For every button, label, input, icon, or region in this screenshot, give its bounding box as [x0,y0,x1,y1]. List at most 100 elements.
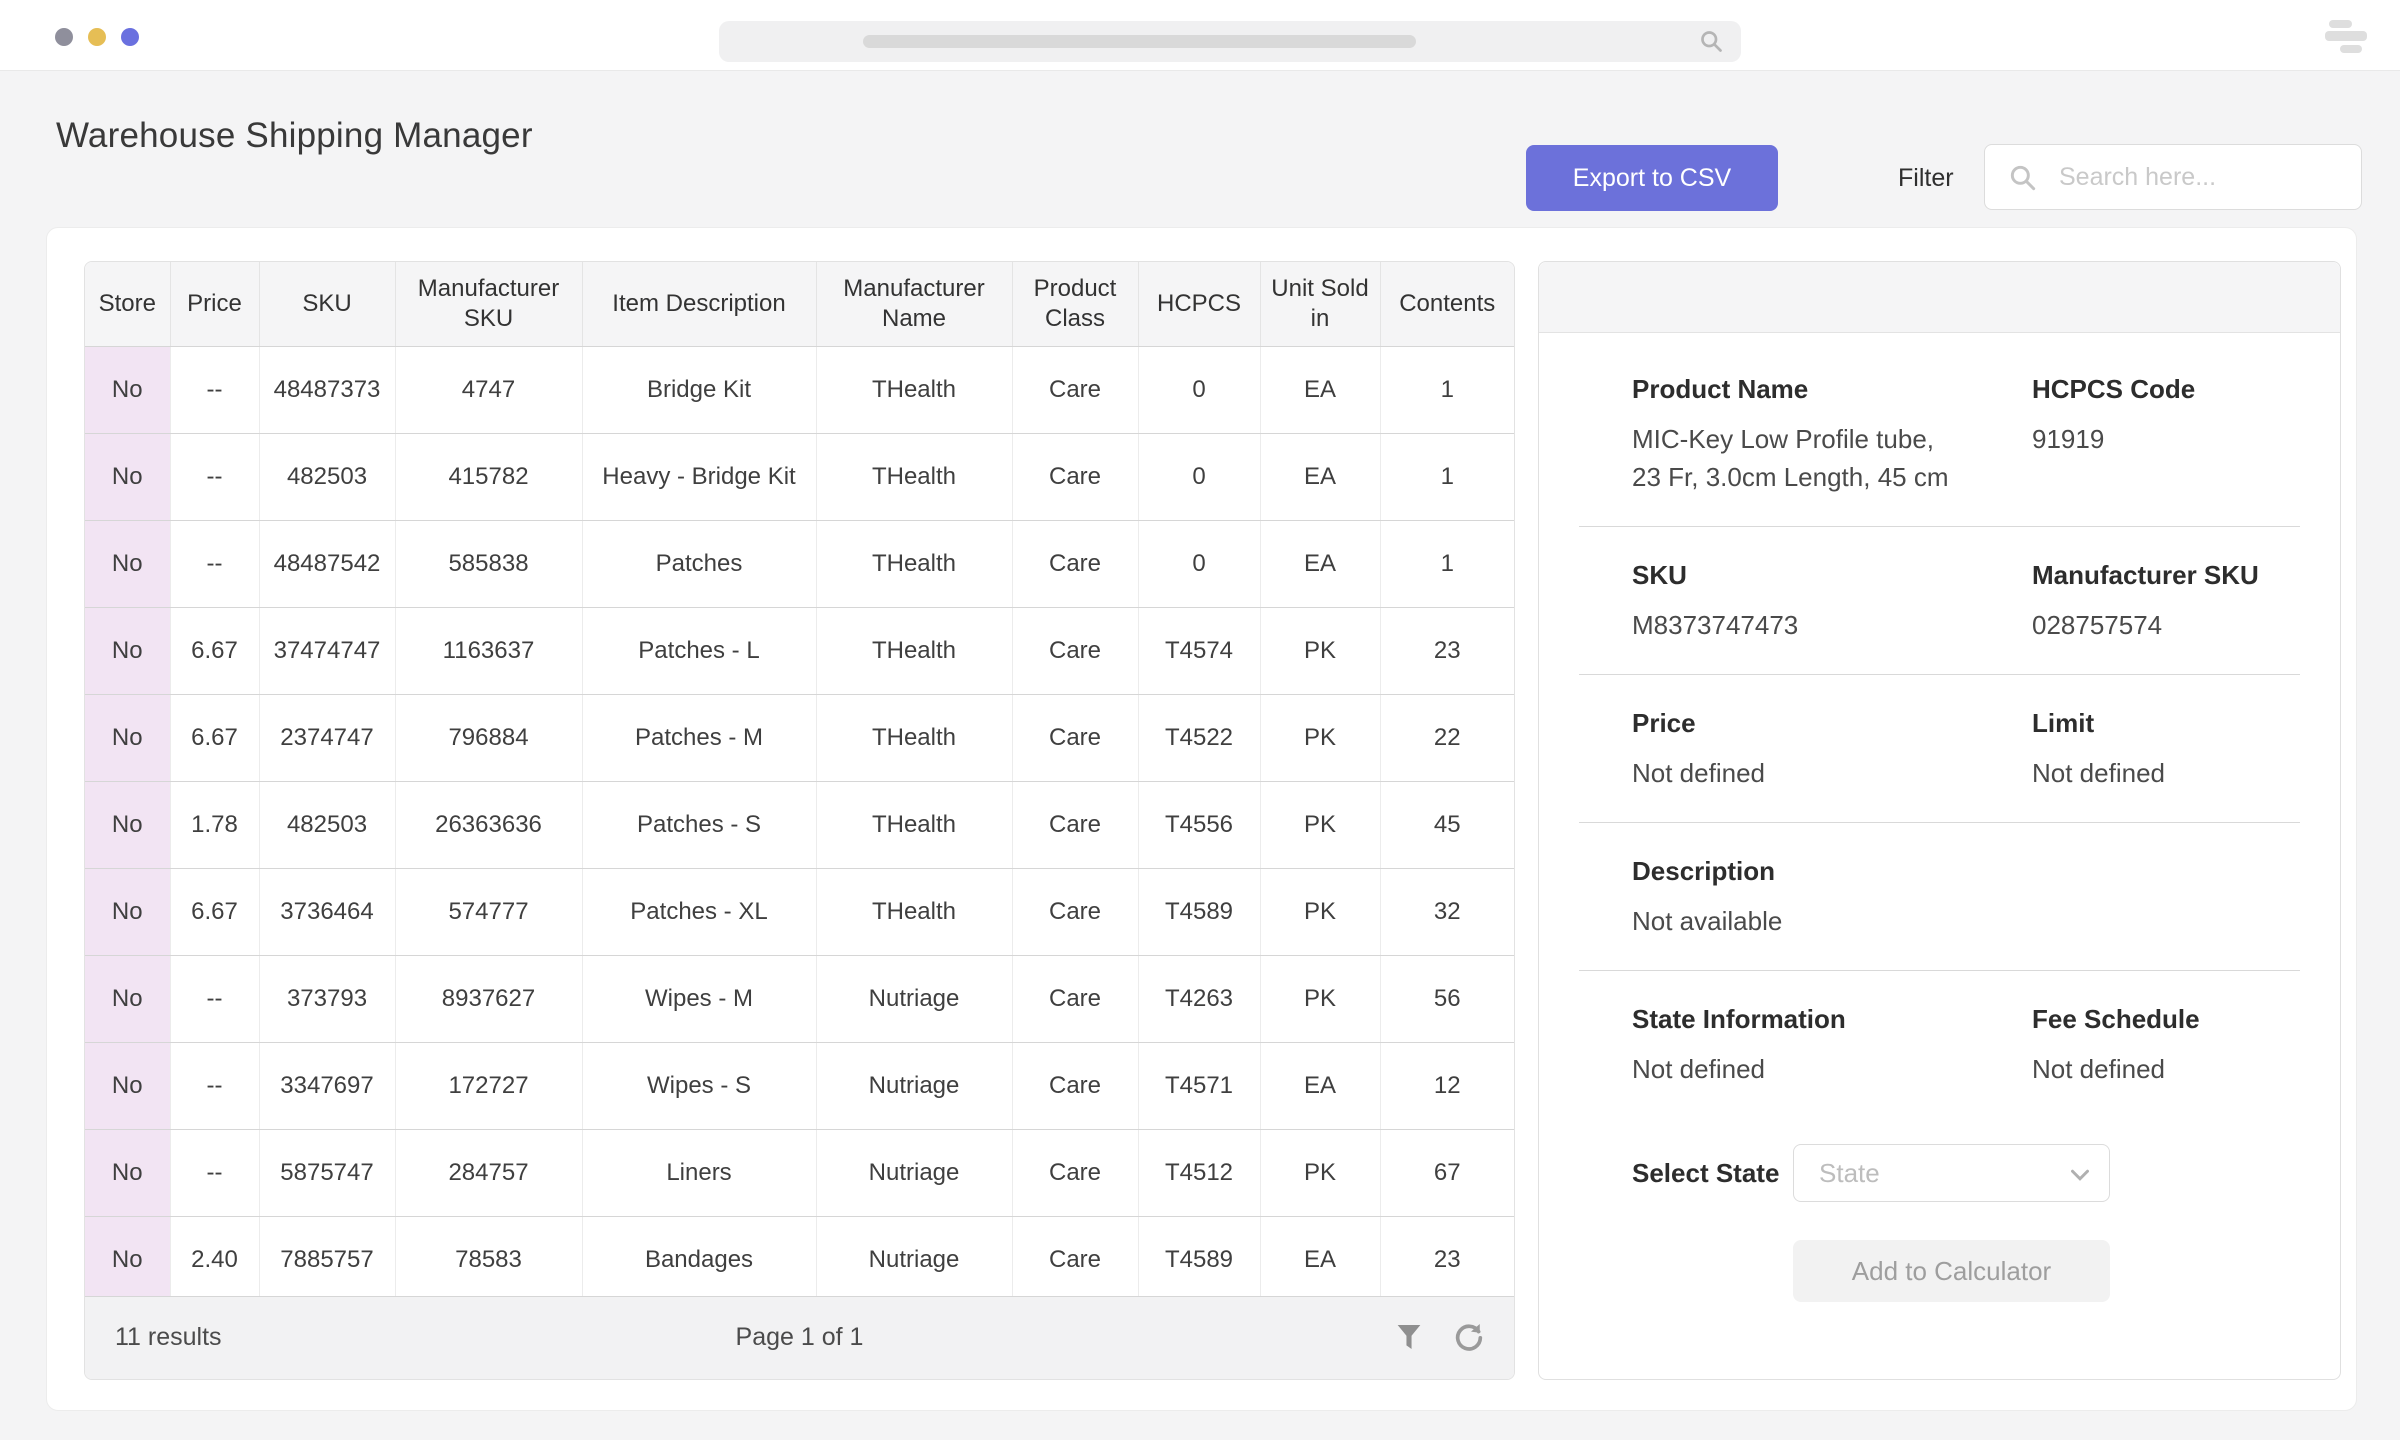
table-cell: 284757 [395,1130,582,1217]
table-cell: THealth [816,695,1012,782]
field-label: Product Name [1632,374,2032,405]
table-row[interactable]: No6.673736464574777Patches - XLTHealthCa… [85,869,1514,956]
table-cell: T4589 [1138,1217,1260,1304]
table-cell: EA [1260,1043,1380,1130]
search-input[interactable] [2057,150,2351,204]
panel-field: State InformationNot defined [1632,1004,2032,1088]
field-label: Price [1632,708,2032,739]
table-cell: Care [1012,1130,1138,1217]
table-cell: Care [1012,521,1138,608]
column-header: Store [85,262,170,347]
table-cell: Care [1012,782,1138,869]
table-row[interactable]: No2.40788575778583BandagesNutriageCareT4… [85,1217,1514,1304]
table-cell: No [85,869,170,956]
table-row[interactable]: No--484873734747Bridge KitTHealthCare0EA… [85,347,1514,434]
field-label: Limit [2032,708,2300,739]
panel-section: SKUM8373747473Manufacturer SKU028757574 [1579,527,2300,675]
column-header: Price [170,262,259,347]
refresh-icon[interactable] [1450,1319,1488,1357]
panel-field: SKUM8373747473 [1632,560,2032,644]
panel-section: DescriptionNot available [1579,823,2300,971]
table-cell: 482503 [259,434,395,521]
column-header: Product Class [1012,262,1138,347]
table-cell: Patches [582,521,816,608]
field-value: Not defined [1632,754,2032,792]
table-cell: T4589 [1138,869,1260,956]
panel-field: Product NameMIC-Key Low Profile tube, 23… [1632,374,2032,496]
table-row[interactable]: No6.672374747796884Patches - MTHealthCar… [85,695,1514,782]
table-cell: Wipes - M [582,956,816,1043]
table-cell: Wipes - S [582,1043,816,1130]
table-cell: No [85,782,170,869]
table-row[interactable]: No--48487542585838PatchesTHealthCare0EA1 [85,521,1514,608]
table-footer: 11 results Page 1 of 1 [85,1296,1514,1379]
column-header: Contents [1380,262,1514,347]
table-cell: THealth [816,521,1012,608]
table-cell: T4556 [1138,782,1260,869]
table-cell: Nutriage [816,956,1012,1043]
table-cell: No [85,521,170,608]
table-cell: No [85,1043,170,1130]
search-icon [2007,162,2039,194]
panel-field: Fee Schedule Not defined [2032,1004,2300,1088]
table-cell: 48487373 [259,347,395,434]
table-row[interactable]: No--5875747284757LinersNutriageCareT4512… [85,1130,1514,1217]
table-row[interactable]: No--482503415782Heavy - Bridge KitTHealt… [85,434,1514,521]
content-card: StorePriceSKUManufacturer SKUItem Descri… [46,227,2357,1411]
table-cell: 796884 [395,695,582,782]
window-dot-indigo[interactable] [121,28,139,46]
table-cell: 37474747 [259,608,395,695]
products-table: StorePriceSKUManufacturer SKUItem Descri… [84,261,1515,1380]
table-row[interactable]: No6.67374747471163637Patches - LTHealthC… [85,608,1514,695]
field-value: 028757574 [2032,606,2300,644]
state-dropdown-placeholder: State [1819,1158,1880,1189]
state-dropdown[interactable]: State [1793,1144,2110,1202]
table-cell: 2374747 [259,695,395,782]
table-cell: 172727 [395,1043,582,1130]
table-cell: Care [1012,869,1138,956]
field-label: Fee Schedule [2032,1004,2300,1035]
table-cell: Bridge Kit [582,347,816,434]
table-row[interactable]: No1.7848250326363636Patches - STHealthCa… [85,782,1514,869]
table-cell: EA [1260,1217,1380,1304]
filter-label: Filter [1898,163,1954,193]
table-cell: -- [170,956,259,1043]
table-cell: 482503 [259,782,395,869]
table-cell: 373793 [259,956,395,1043]
column-header: HCPCS [1138,262,1260,347]
table-cell: T4263 [1138,956,1260,1043]
field-value: 91919 [2032,420,2300,458]
table-cell: Care [1012,608,1138,695]
menu-icon[interactable] [2325,20,2367,52]
add-to-calculator-button[interactable]: Add to Calculator [1793,1240,2110,1302]
field-value: Not defined [2032,1050,2300,1088]
table-cell: EA [1260,521,1380,608]
browser-address-bar[interactable] [719,21,1741,62]
table-cell: THealth [816,782,1012,869]
table-cell: 32 [1380,869,1514,956]
table-cell: Bandages [582,1217,816,1304]
table-cell: 0 [1138,347,1260,434]
table-cell: 45 [1380,782,1514,869]
table-row[interactable]: No--3737938937627Wipes - MNutriageCareT4… [85,956,1514,1043]
field-label: HCPCS Code [2032,374,2300,405]
table-cell: PK [1260,695,1380,782]
column-header: SKU [259,262,395,347]
table-cell: Patches - M [582,695,816,782]
panel-field: LimitNot defined [2032,708,2300,792]
table-cell: 0 [1138,434,1260,521]
table-cell: 23 [1380,608,1514,695]
column-header: Manufacturer SKU [395,262,582,347]
window-dot-yellow[interactable] [88,28,106,46]
table-cell: 585838 [395,521,582,608]
table-cell: Care [1012,956,1138,1043]
table-cell: No [85,695,170,782]
search-icon [1698,28,1725,60]
window-dot-gray[interactable] [55,28,73,46]
table-cell: 67 [1380,1130,1514,1217]
table-row[interactable]: No--3347697172727Wipes - SNutriageCareT4… [85,1043,1514,1130]
table-cell: 8937627 [395,956,582,1043]
export-csv-button[interactable]: Export to CSV [1526,145,1778,211]
table-cell: THealth [816,608,1012,695]
filter-funnel-icon[interactable] [1390,1319,1428,1357]
